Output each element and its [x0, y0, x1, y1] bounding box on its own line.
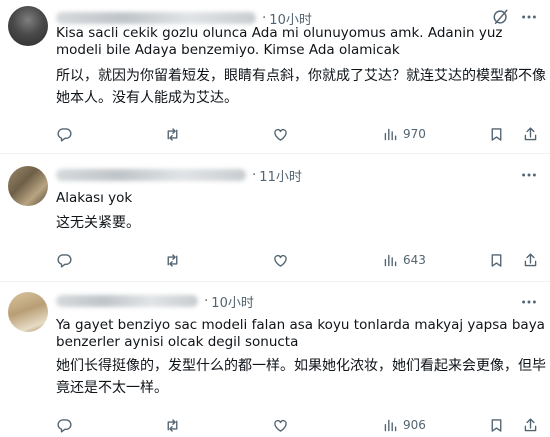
post-time[interactable]: 11小时 [259, 166, 302, 185]
share-button[interactable] [522, 415, 539, 435]
post-header: · 10小时 [56, 291, 254, 311]
bookmark-button[interactable] [488, 124, 505, 144]
avatar[interactable] [8, 166, 48, 206]
like-button[interactable] [272, 415, 289, 435]
author-name-redacted[interactable] [56, 169, 246, 181]
views-button[interactable]: 906 [382, 415, 426, 435]
like-button[interactable] [272, 250, 289, 270]
post-text: Ya gayet benziyo sac modeli falan asa ko… [56, 317, 550, 350]
post-text: Kisa sacli cekik gozlu olunca Ada mi olu… [56, 25, 507, 58]
action-bar: 970 [56, 124, 539, 144]
share-icon [524, 417, 537, 431]
bookmark-icon [491, 253, 502, 267]
share-button[interactable] [522, 124, 539, 144]
views-count: 643 [403, 253, 426, 267]
retweet-icon [167, 418, 178, 432]
more-icon[interactable] [518, 164, 540, 186]
like-button[interactable] [272, 124, 289, 144]
retweet-icon [167, 127, 178, 141]
retweet-button[interactable] [164, 415, 181, 435]
post-text: Alakası yok [56, 190, 133, 206]
reply-post[interactable]: · 11小时 Alakası yok 这无关紧要。 643 [0, 154, 550, 282]
grok-icon[interactable] [492, 8, 510, 26]
reply-button[interactable] [56, 250, 73, 270]
views-button[interactable]: 643 [382, 250, 426, 270]
post-header: · 11小时 [56, 165, 302, 185]
author-name-redacted[interactable] [56, 295, 198, 307]
share-icon [524, 252, 537, 266]
bookmark-icon [491, 418, 502, 432]
bookmark-icon [491, 127, 502, 141]
post-time[interactable]: 10小时 [211, 292, 254, 311]
bar-chart-icon [384, 128, 397, 140]
reply-icon [57, 127, 72, 142]
translated-text: 这无关紧要。 [56, 215, 140, 231]
heart-icon [274, 254, 287, 267]
retweet-button[interactable] [164, 250, 181, 270]
retweet-button[interactable] [164, 124, 181, 144]
retweet-icon [167, 253, 178, 267]
avatar[interactable] [8, 6, 48, 46]
reply-button[interactable] [56, 415, 73, 435]
separator-dot: · [204, 293, 209, 309]
action-bar: 643 [56, 250, 539, 270]
share-button[interactable] [522, 250, 539, 270]
avatar[interactable] [8, 292, 48, 332]
views-button[interactable]: 970 [382, 124, 426, 144]
reply-icon [57, 418, 72, 433]
bookmark-button[interactable] [488, 250, 505, 270]
heart-icon [274, 419, 287, 432]
bar-chart-icon [384, 419, 397, 431]
reply-post[interactable]: · 10小时 Ya gayet benziyo sac modeli falan… [0, 282, 550, 437]
translated-text: 她们长得挺像的，发型什么的都一样。如果她化浓妆，她们看起来会更像，但毕竟还是不太… [56, 358, 546, 396]
action-bar: 906 [56, 415, 539, 435]
bar-chart-icon [384, 254, 397, 266]
heart-icon [274, 128, 287, 141]
views-count: 970 [403, 127, 426, 141]
reply-button[interactable] [56, 124, 73, 144]
author-name-redacted[interactable] [56, 12, 256, 24]
reply-icon [57, 253, 72, 268]
more-icon[interactable] [518, 291, 540, 313]
separator-dot: · [252, 167, 257, 183]
views-count: 906 [403, 418, 426, 432]
separator-dot: · [262, 10, 267, 26]
translated-text: 所以，就因为你留着短发，眼睛有点斜，你就成了艾达？就连艾达的模型都不像她本人。没… [56, 68, 546, 106]
bookmark-button[interactable] [488, 415, 505, 435]
reply-post[interactable]: · 10小时 Kisa sacli cekik gozlu olunca Ada… [0, 0, 550, 154]
share-icon [524, 126, 537, 140]
